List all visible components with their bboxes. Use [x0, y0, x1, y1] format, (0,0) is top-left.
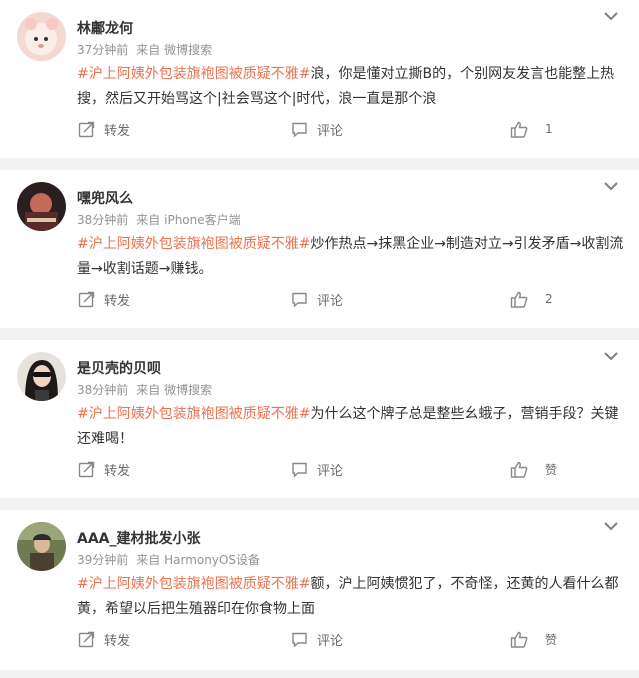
repost-button[interactable]: 转发 [78, 117, 130, 141]
like-count: 1 [545, 122, 553, 136]
thumbs-up-icon [510, 631, 528, 648]
comment-icon [292, 462, 307, 478]
comment-content: #沪上阿姨外包装旗袍图被质疑不雅#为什么这个牌子总是整些幺蛾子，营销手段？关键还… [77, 402, 627, 452]
chevron-down-icon[interactable] [603, 10, 619, 22]
repost-button[interactable]: 转发 [78, 627, 130, 651]
avatar[interactable] [17, 12, 66, 61]
thumbs-up-icon [510, 461, 528, 478]
hashtag-link[interactable]: #沪上阿姨外包装旗袍图被质疑不雅# [77, 576, 310, 592]
action-bar: 转发 评论 赞 [0, 627, 639, 651]
repost-label: 转发 [104, 463, 131, 479]
comment-content: #沪上阿姨外包装旗袍图被质疑不雅#浪，你是懂对立撕B的，个别网友发言也能整上热搜… [77, 62, 627, 112]
comment-label: 评论 [317, 293, 344, 309]
thumbs-up-icon [510, 121, 528, 138]
username[interactable]: 是贝壳的贝呗 [77, 360, 161, 378]
repost-icon [78, 631, 95, 647]
comment-card: AAA_建材批发小张 39分钟前 来自 HarmonyOS设备 #沪上阿姨外包装旗… [0, 510, 639, 670]
timestamp: 39分钟前 [77, 553, 129, 567]
source-name[interactable]: 微博搜索 [164, 43, 212, 57]
thumbs-up-icon [510, 291, 528, 308]
avatar[interactable] [17, 352, 66, 401]
username[interactable]: 林鄘龙何 [77, 20, 133, 38]
source-name[interactable]: iPhone客户端 [164, 213, 241, 227]
comment-label: 评论 [317, 123, 344, 139]
repost-label: 转发 [104, 633, 131, 649]
hashtag-link[interactable]: #沪上阿姨外包装旗袍图被质疑不雅# [77, 66, 310, 82]
action-bar: 转发 评论 赞 [0, 457, 639, 481]
avatar[interactable] [17, 522, 66, 571]
username[interactable]: 嘿兜风么 [77, 190, 133, 208]
comment-card: 嘿兜风么 38分钟前 来自 iPhone客户端 #沪上阿姨外包装旗袍图被质疑不雅#… [0, 170, 639, 328]
hashtag-link[interactable]: #沪上阿姨外包装旗袍图被质疑不雅# [77, 406, 310, 422]
comment-card: 是贝壳的贝呗 38分钟前 来自 微博搜索 #沪上阿姨外包装旗袍图被质疑不雅#为什么… [0, 340, 639, 498]
post-meta: 37分钟前 来自 微博搜索 [77, 42, 212, 58]
source-name[interactable]: 微博搜索 [164, 383, 212, 397]
comment-button[interactable]: 评论 [291, 117, 343, 141]
comment-icon [292, 292, 307, 308]
comment-content: #沪上阿姨外包装旗袍图被质疑不雅#额，沪上阿姨惯犯了，不奇怪，还黄的人看什么都黄… [77, 572, 627, 622]
hashtag-link[interactable]: #沪上阿姨外包装旗袍图被质疑不雅# [77, 236, 310, 252]
action-bar: 转发 评论 2 [0, 287, 639, 311]
comment-icon [292, 632, 307, 648]
chevron-down-icon[interactable] [603, 180, 619, 192]
post-meta: 39分钟前 来自 HarmonyOS设备 [77, 552, 260, 568]
repost-label: 转发 [104, 123, 131, 139]
comment-button[interactable]: 评论 [291, 287, 343, 311]
comment-icon [292, 122, 307, 138]
avatar[interactable] [17, 182, 66, 231]
repost-icon [78, 461, 95, 477]
post-meta: 38分钟前 来自 微博搜索 [77, 382, 212, 398]
username[interactable]: AAA_建材批发小张 [77, 530, 201, 548]
like-label: 赞 [545, 632, 558, 647]
source-prefix: 来自 [136, 43, 161, 57]
timestamp: 38分钟前 [77, 383, 129, 397]
comment-label: 评论 [317, 633, 344, 649]
source-name[interactable]: HarmonyOS设备 [164, 553, 260, 567]
chevron-down-icon[interactable] [603, 350, 619, 362]
timestamp: 38分钟前 [77, 213, 129, 227]
comment-feed: 林鄘龙何 37分钟前 来自 微博搜索 #沪上阿姨外包装旗袍图被质疑不雅#浪，你是懂… [0, 0, 639, 670]
like-count: 2 [545, 292, 553, 306]
comment-label: 评论 [317, 463, 344, 479]
source-prefix: 来自 [136, 383, 161, 397]
comment-button[interactable]: 评论 [291, 457, 343, 481]
post-meta: 38分钟前 来自 iPhone客户端 [77, 212, 241, 228]
source-prefix: 来自 [136, 213, 161, 227]
comment-content: #沪上阿姨外包装旗袍图被质疑不雅#炒作热点→抹黑企业→制造对立→引发矛盾→收割流… [77, 232, 627, 282]
repost-icon [78, 121, 95, 137]
like-button[interactable]: 赞 [510, 627, 557, 651]
repost-button[interactable]: 转发 [78, 287, 130, 311]
repost-button[interactable]: 转发 [78, 457, 130, 481]
timestamp: 37分钟前 [77, 43, 129, 57]
like-button[interactable]: 1 [510, 117, 553, 141]
source-prefix: 来自 [136, 553, 161, 567]
like-button[interactable]: 2 [510, 287, 553, 311]
like-label: 赞 [545, 462, 558, 477]
action-bar: 转发 评论 1 [0, 117, 639, 141]
comment-card: 林鄘龙何 37分钟前 来自 微博搜索 #沪上阿姨外包装旗袍图被质疑不雅#浪，你是懂… [0, 0, 639, 158]
chevron-down-icon[interactable] [603, 520, 619, 532]
like-button[interactable]: 赞 [510, 457, 557, 481]
comment-button[interactable]: 评论 [291, 627, 343, 651]
repost-label: 转发 [104, 293, 131, 309]
repost-icon [78, 291, 95, 307]
